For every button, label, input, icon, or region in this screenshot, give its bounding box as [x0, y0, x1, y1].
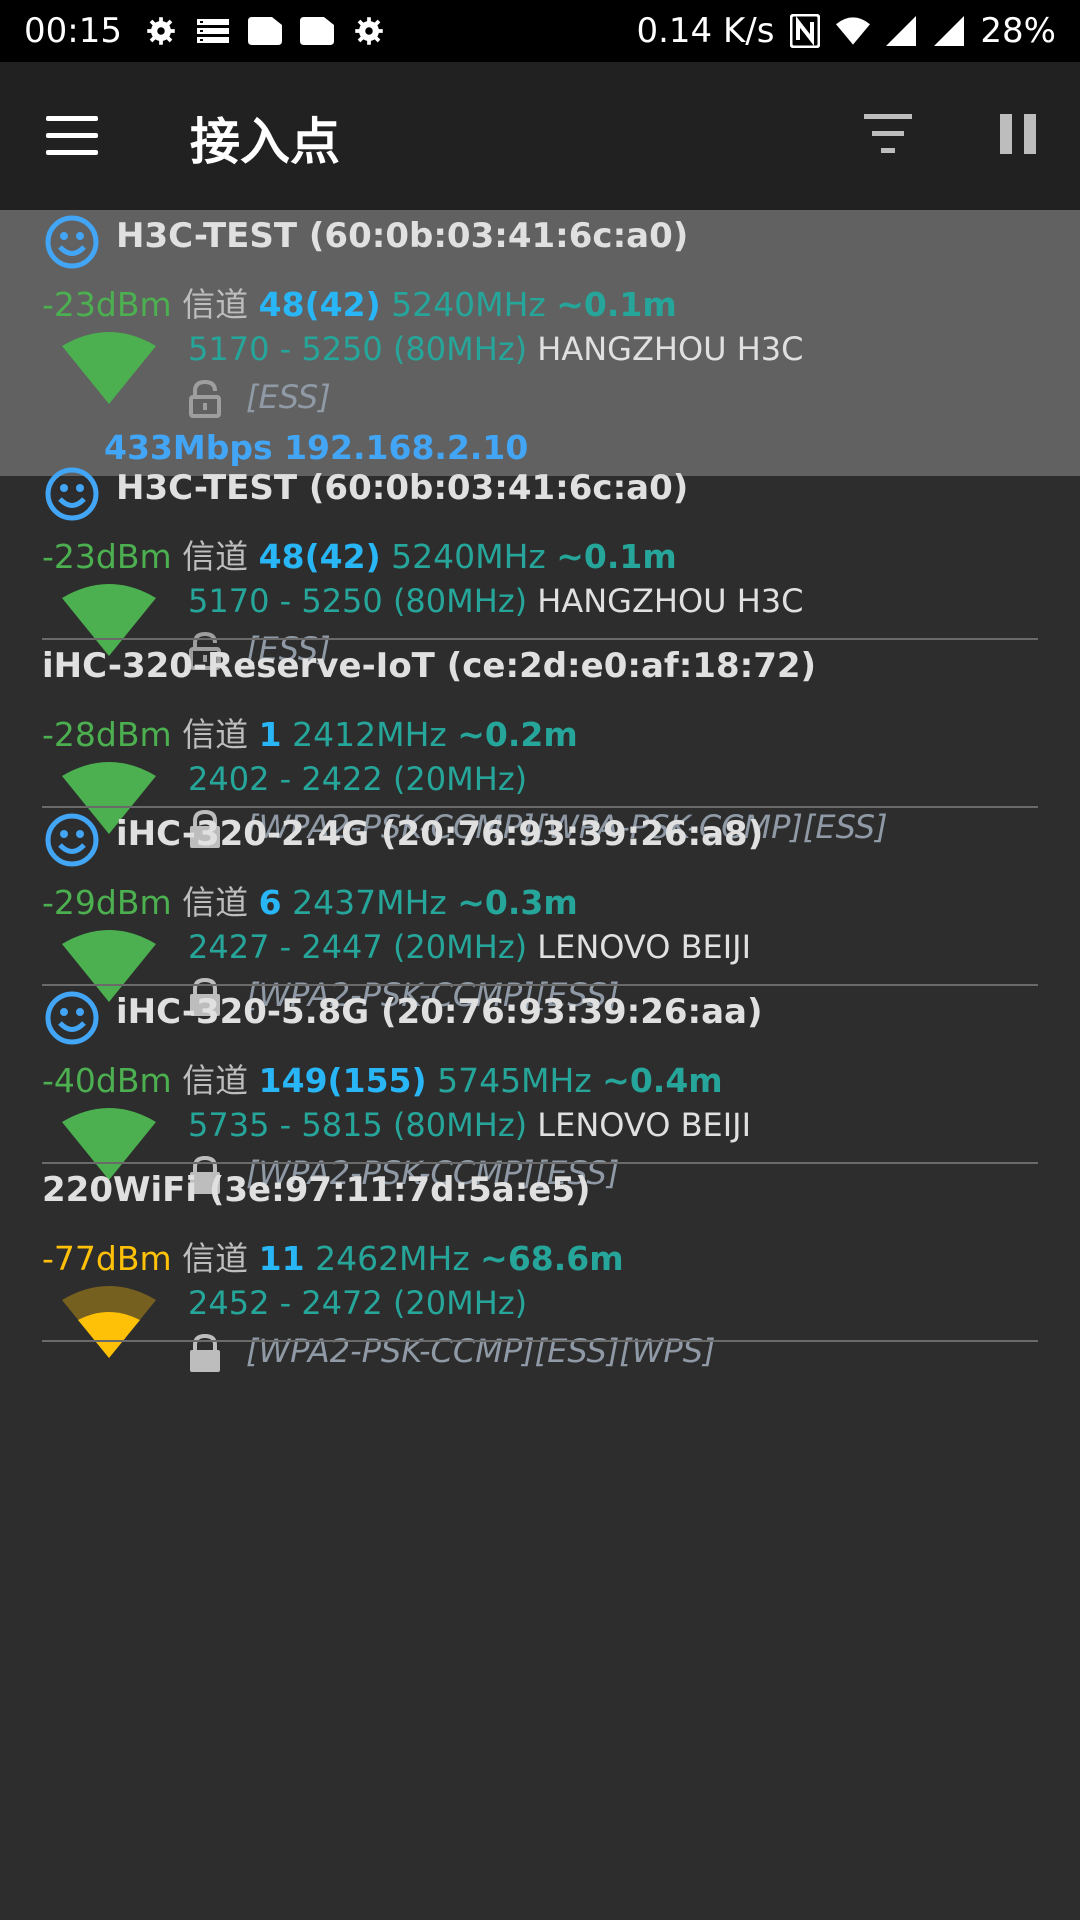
- sim-icon: [299, 14, 334, 48]
- distance-value: ~0.2m: [457, 715, 578, 754]
- channel-range: 5170 - 5250 (80MHz) HANGZHOU H3C: [188, 330, 803, 368]
- ssid-label: iHC-320-Reserve-IoT (ce:2d:e0:af:18:72): [42, 646, 817, 686]
- signal-icon: [884, 14, 918, 48]
- ssid-label: H3C-TEST (60:0b:03:41:6c:a0): [116, 216, 689, 256]
- sim-icon: [247, 14, 282, 48]
- security-info: [WPA2-PSK-CCMP][ESS][WPS]: [188, 1332, 716, 1372]
- smiley-icon: [44, 990, 100, 1046]
- security-value: [ESS]: [246, 378, 331, 416]
- unlock-icon: [188, 378, 246, 418]
- distance-value: ~0.3m: [457, 883, 578, 922]
- frequency-value: 5240MHz: [391, 285, 546, 324]
- channel-range: 2452 - 2472 (20MHz): [188, 1284, 527, 1322]
- channel-value: 149(155): [258, 1061, 427, 1100]
- signal-icon: [932, 14, 966, 48]
- channel-range: 2427 - 2447 (20MHz) LENOVO BEIJI: [188, 928, 751, 966]
- range-value: 5170 - 5250 (80MHz): [188, 330, 528, 368]
- channel-value: 48(42): [258, 537, 381, 576]
- security-info: [ESS]: [188, 378, 331, 418]
- channel-range: 2402 - 2422 (20MHz): [188, 760, 527, 798]
- battery-level: 28%: [980, 11, 1056, 51]
- rssi-value: -28dBm: [42, 715, 172, 754]
- access-point-row[interactable]: iHC-320-5.8G (20:76:93:39:26:aa) -40dBm 信…: [0, 986, 1080, 1194]
- pause-icon[interactable]: [1000, 114, 1036, 154]
- rssi-value: -23dBm: [42, 285, 172, 324]
- range-value: 5170 - 5250 (80MHz): [188, 582, 528, 620]
- range-value: 2427 - 2447 (20MHz): [188, 928, 528, 966]
- signal-info: -23dBm 信道 48(42) 5240MHz ~0.1m: [42, 530, 677, 578]
- access-point-row[interactable]: H3C-TEST (60:0b:03:41:6c:a0) -23dBm 信道 48…: [0, 462, 1080, 670]
- settings-icon: [352, 14, 386, 48]
- channel-value: 48(42): [258, 285, 381, 324]
- distance-value: ~0.1m: [556, 285, 677, 324]
- vendor-value: LENOVO BEIJI: [537, 1106, 752, 1144]
- ssid-label: iHC-320-5.8G (20:76:93:39:26:aa): [116, 992, 763, 1032]
- frequency-value: 5240MHz: [391, 537, 546, 576]
- ssid-label: 220WiFi (3e:97:11:7d:5a:e5): [42, 1170, 591, 1210]
- app-bar: 接入点: [0, 62, 1080, 210]
- smiley-icon: [44, 214, 100, 270]
- vendor-value: HANGZHOU H3C: [537, 582, 804, 620]
- wifi-icon: [836, 14, 871, 48]
- menu-icon[interactable]: [46, 116, 98, 156]
- divider: [42, 1340, 1038, 1342]
- channel-value: 6: [258, 883, 282, 922]
- access-point-row[interactable]: 220WiFi (3e:97:11:7d:5a:e5) -77dBm 信道 11 …: [0, 1164, 1080, 1372]
- lock-icon: [188, 1332, 246, 1372]
- range-value: 2452 - 2472 (20MHz): [188, 1284, 528, 1322]
- settings-icon: [144, 14, 178, 48]
- frequency-value: 2412MHz: [292, 715, 447, 754]
- list-icon: [196, 14, 230, 48]
- channel-label: 信道: [182, 285, 249, 324]
- channel-value: 11: [258, 1239, 305, 1278]
- distance-value: ~0.1m: [556, 537, 677, 576]
- signal-info: -40dBm 信道 149(155) 5745MHz ~0.4m: [42, 1054, 723, 1102]
- signal-info: -23dBm 信道 48(42) 5240MHz ~0.1m: [42, 278, 677, 326]
- smiley-icon: [44, 466, 100, 522]
- net-speed: 0.14 K/s: [636, 11, 775, 51]
- wifi-signal-icon: [62, 332, 156, 404]
- channel-label: 信道: [182, 1239, 249, 1278]
- smiley-icon: [44, 812, 100, 868]
- distance-value: ~0.4m: [602, 1061, 723, 1100]
- signal-info: -77dBm 信道 11 2462MHz ~68.6m: [42, 1232, 624, 1280]
- page-title: 接入点: [190, 113, 340, 171]
- signal-info: -28dBm 信道 1 2412MHz ~0.2m: [42, 708, 578, 756]
- access-point-row[interactable]: iHC-320-Reserve-IoT (ce:2d:e0:af:18:72) -…: [0, 640, 1080, 848]
- status-time: 00:15: [24, 11, 122, 51]
- distance-value: ~68.6m: [480, 1239, 624, 1278]
- rssi-value: -40dBm: [42, 1061, 172, 1100]
- filter-icon[interactable]: [862, 114, 914, 158]
- ssid-label: H3C-TEST (60:0b:03:41:6c:a0): [116, 468, 689, 508]
- channel-label: 信道: [182, 883, 249, 922]
- security-value: [WPA2-PSK-CCMP][ESS][WPS]: [246, 1332, 716, 1370]
- rssi-value: -23dBm: [42, 537, 172, 576]
- vendor-value: HANGZHOU H3C: [537, 330, 804, 368]
- access-point-row[interactable]: iHC-320-2.4G (20:76:93:39:26:a8) -29dBm 信…: [0, 808, 1080, 1016]
- vendor-value: LENOVO BEIJI: [537, 928, 752, 966]
- wifi-signal-icon: [62, 1286, 156, 1358]
- frequency-value: 2437MHz: [292, 883, 447, 922]
- ssid-label: iHC-320-2.4G (20:76:93:39:26:a8): [116, 814, 764, 854]
- channel-range: 5170 - 5250 (80MHz) HANGZHOU H3C: [188, 582, 803, 620]
- range-value: 5735 - 5815 (80MHz): [188, 1106, 528, 1144]
- channel-label: 信道: [182, 1061, 249, 1100]
- frequency-value: 5745MHz: [437, 1061, 592, 1100]
- rssi-value: -77dBm: [42, 1239, 172, 1278]
- channel-label: 信道: [182, 715, 249, 754]
- frequency-value: 2462MHz: [315, 1239, 470, 1278]
- access-point-connected[interactable]: H3C-TEST (60:0b:03:41:6c:a0) -23dBm 信道 48…: [0, 210, 1080, 476]
- channel-value: 1: [258, 715, 282, 754]
- status-bar: 00:15 0.14 K/s 28%: [0, 0, 1080, 62]
- channel-label: 信道: [182, 537, 249, 576]
- range-value: 2402 - 2422 (20MHz): [188, 760, 528, 798]
- nfc-icon: [788, 14, 822, 48]
- channel-range: 5735 - 5815 (80MHz) LENOVO BEIJI: [188, 1106, 751, 1144]
- signal-info: -29dBm 信道 6 2437MHz ~0.3m: [42, 876, 578, 924]
- rssi-value: -29dBm: [42, 883, 172, 922]
